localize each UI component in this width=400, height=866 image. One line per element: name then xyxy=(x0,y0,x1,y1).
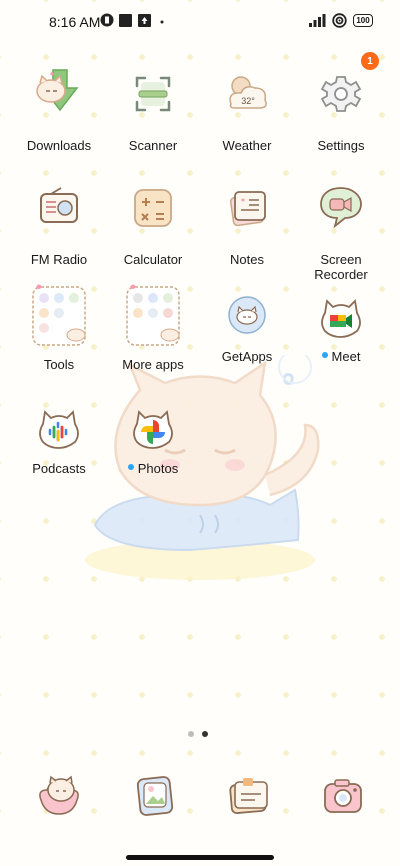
app-fm-radio[interactable]: FM Radio xyxy=(11,180,107,267)
app-label: Downloads xyxy=(26,138,92,153)
app-photos[interactable]: Photos xyxy=(105,404,201,476)
page-dot-1[interactable] xyxy=(188,731,194,737)
calculator-icon xyxy=(134,189,172,227)
new-update-dot xyxy=(321,351,328,358)
app-label: GetApps xyxy=(221,349,273,364)
notes-icon xyxy=(229,191,266,227)
app-downloads[interactable]: Downloads xyxy=(11,66,107,153)
app-weather[interactable]: 32° Weather xyxy=(199,66,295,153)
more-apps-folder-icon xyxy=(126,284,180,346)
page-indicator[interactable] xyxy=(188,731,208,737)
folder-more-apps[interactable]: More apps xyxy=(105,284,201,372)
app-label: Weather xyxy=(222,138,272,153)
app-scanner[interactable]: Scanner xyxy=(105,66,201,153)
settings-icon xyxy=(320,76,362,112)
hotspot-icon xyxy=(332,13,347,28)
screen-recorder-icon xyxy=(320,187,362,229)
clock: 8:16 AM xyxy=(49,14,101,30)
weather-temperature: 32° xyxy=(241,96,255,106)
app-label: Scanner xyxy=(128,138,178,153)
app-settings[interactable]: 1 Settings xyxy=(293,52,389,153)
app-label: Screen Recorder xyxy=(314,252,368,282)
status-bar: 8:16 AM 100 xyxy=(0,0,400,44)
battery-indicator: 100 xyxy=(353,14,373,27)
app-label: Notes xyxy=(230,252,264,267)
page-dot-2-active[interactable] xyxy=(202,731,208,737)
upload-notification-icon xyxy=(138,14,151,27)
app-notes[interactable]: Notes xyxy=(199,180,295,267)
messages-icon[interactable] xyxy=(225,772,273,820)
app-getapps[interactable]: GetApps xyxy=(199,293,295,364)
folder-tools[interactable]: Tools xyxy=(11,284,107,372)
app-label: Photos xyxy=(127,461,179,476)
meet-icon xyxy=(321,299,361,338)
weather-icon: 32° xyxy=(229,76,267,109)
more-notifications-icon xyxy=(160,20,164,24)
camera-icon[interactable] xyxy=(319,772,367,820)
app-label-text: Meet xyxy=(331,349,361,364)
radio-icon xyxy=(40,187,78,223)
app-label: Settings xyxy=(317,138,365,153)
podcasts-icon xyxy=(39,410,79,449)
app-label: Meet xyxy=(321,349,361,364)
app-screen-recorder[interactable]: Screen Recorder xyxy=(293,180,389,282)
scanner-icon xyxy=(135,76,171,112)
notification-badge: 1 xyxy=(361,52,379,70)
home-gesture-bar[interactable] xyxy=(126,855,274,860)
square-notification-icon xyxy=(119,14,132,27)
app-meet[interactable]: Meet xyxy=(293,293,389,364)
signal-icon xyxy=(309,14,326,27)
app-label: Tools xyxy=(43,357,75,372)
photos-icon xyxy=(133,410,173,449)
app-calculator[interactable]: Calculator xyxy=(105,180,201,267)
app-label: More apps xyxy=(122,357,184,372)
app-label: Podcasts xyxy=(32,461,86,476)
app-label: FM Radio xyxy=(30,252,88,267)
new-update-dot xyxy=(127,463,134,470)
getapps-icon xyxy=(228,296,266,334)
app-podcasts[interactable]: Podcasts xyxy=(11,404,107,476)
app-label: Calculator xyxy=(123,252,183,267)
app-label-text: Photos xyxy=(137,461,179,476)
phone-icon[interactable] xyxy=(35,772,83,820)
gallery-icon[interactable] xyxy=(131,772,179,820)
downloads-icon xyxy=(36,69,79,112)
app-notification-icon xyxy=(100,13,114,27)
tools-folder-icon xyxy=(32,284,86,346)
